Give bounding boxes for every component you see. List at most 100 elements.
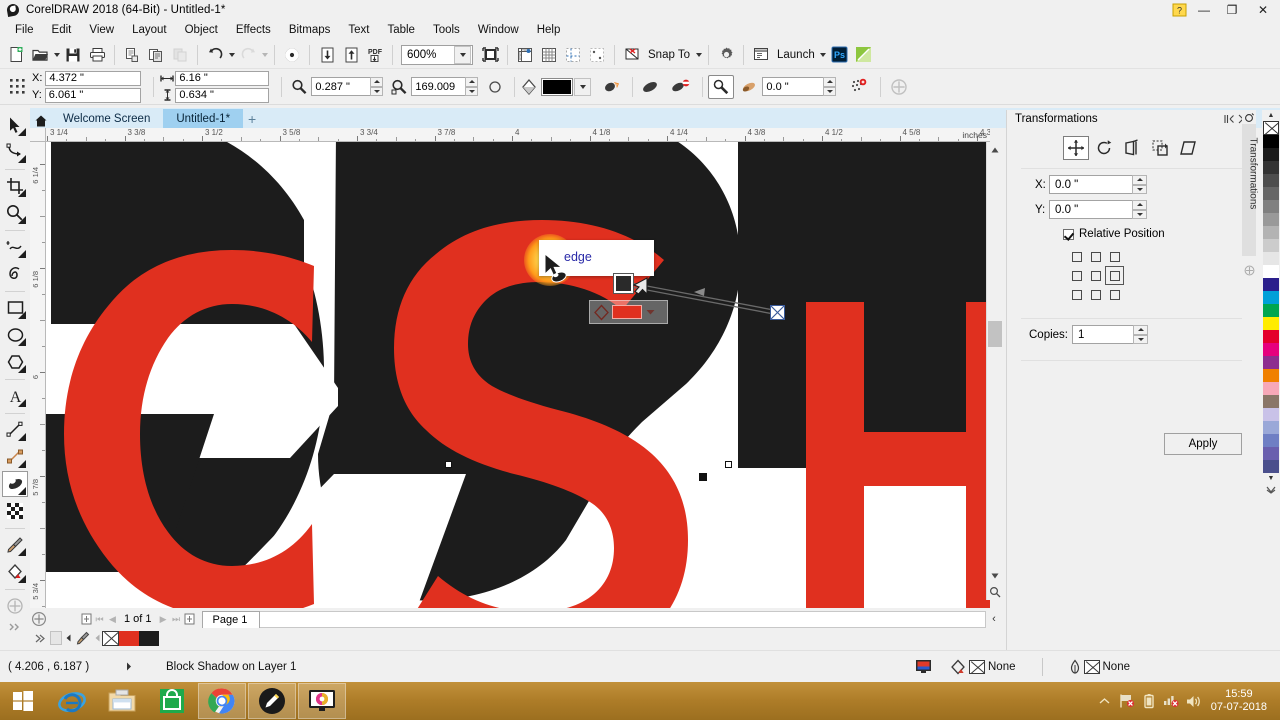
- docker-y-input[interactable]: 0.0 ": [1049, 200, 1133, 219]
- anchor-top-right[interactable]: [1105, 247, 1124, 266]
- menu-edit[interactable]: Edit: [43, 22, 81, 38]
- palette-swatch[interactable]: [1263, 330, 1279, 343]
- launch-label[interactable]: Launch: [773, 44, 819, 66]
- page-tab-page-1[interactable]: Page 1: [201, 610, 261, 628]
- doc-palette-swatch-black[interactable]: [139, 630, 159, 646]
- color-popup-dropdown[interactable]: [646, 309, 655, 316]
- doc-palette-eyedropper-icon[interactable]: [74, 631, 92, 645]
- menu-view[interactable]: View: [80, 22, 123, 38]
- property-x-input[interactable]: 4.372 ": [45, 70, 142, 86]
- zoom-to-fit-icon[interactable]: [987, 584, 1003, 600]
- google-chrome-icon[interactable]: [198, 683, 246, 719]
- palette-swatch[interactable]: [1263, 460, 1279, 473]
- relative-position-checkbox[interactable]: [1063, 228, 1074, 240]
- rounded-corners-icon[interactable]: [488, 80, 502, 94]
- menu-text[interactable]: Text: [339, 22, 378, 38]
- freehand-tool[interactable]: [2, 234, 28, 260]
- show-grid-icon[interactable]: [537, 43, 561, 67]
- simplify-icon[interactable]: [640, 79, 660, 95]
- show-rulers-icon[interactable]: [513, 43, 537, 67]
- ellipse-tool[interactable]: [2, 322, 28, 348]
- doc-palette-swatch-red[interactable]: [119, 630, 139, 646]
- copy-icon[interactable]: [144, 43, 168, 67]
- close-button[interactable]: ✕: [1246, 0, 1280, 20]
- status-expand-icon[interactable]: [120, 662, 138, 671]
- minimize-button[interactable]: —: [1190, 0, 1218, 20]
- palette-swatch[interactable]: [1263, 304, 1279, 317]
- skew-mode-button[interactable]: [1175, 136, 1201, 160]
- menu-layout[interactable]: Layout: [123, 22, 176, 38]
- polygon-tool[interactable]: [2, 349, 28, 375]
- page-prev-button[interactable]: ◀: [106, 611, 119, 627]
- palette-swatch[interactable]: [1263, 148, 1279, 161]
- block-shadow-depth-handle[interactable]: [613, 273, 634, 294]
- pick-tool[interactable]: [2, 112, 28, 138]
- property-y-input[interactable]: 6.061 ": [44, 87, 141, 103]
- doc-palette-no-color[interactable]: [102, 630, 119, 646]
- size-mode-button[interactable]: [1147, 136, 1173, 160]
- action-center-icon[interactable]: [1116, 682, 1138, 720]
- show-hidden-icons-icon[interactable]: [1094, 682, 1116, 720]
- relative-position-row[interactable]: Relative Position: [1007, 219, 1256, 240]
- page-first-button[interactable]: ⏮: [93, 611, 106, 627]
- drawing-canvas[interactable]: edge: [46, 142, 990, 616]
- anchor-bottom-center[interactable]: [1086, 285, 1105, 304]
- vertical-scrollbar[interactable]: [986, 142, 1003, 600]
- help-icon[interactable]: ?: [1168, 0, 1190, 20]
- shadow-color-dropdown[interactable]: [574, 77, 592, 96]
- palette-swatch[interactable]: [1263, 343, 1279, 356]
- handle-right[interactable]: [725, 461, 732, 468]
- status-outline-icon[interactable]: [1069, 659, 1081, 675]
- undo-arrow-icon[interactable]: [203, 43, 227, 67]
- snap-to-icon[interactable]: [620, 43, 644, 67]
- handle-left[interactable]: [445, 461, 452, 468]
- palette-swatch[interactable]: [1263, 369, 1279, 382]
- shadow-color-fill-icon[interactable]: [520, 78, 538, 96]
- zoom-level-select[interactable]: 600%: [401, 44, 473, 65]
- palette-swatch[interactable]: [1263, 226, 1279, 239]
- rail-add-docker-icon[interactable]: [1244, 265, 1255, 276]
- taskbar-clock[interactable]: 15:59 07-07-2018: [1204, 688, 1274, 714]
- export-up-arrow-icon[interactable]: [339, 43, 363, 67]
- full-screen-preview-icon[interactable]: [478, 43, 502, 67]
- status-outline-none-swatch[interactable]: [1083, 659, 1100, 674]
- coreldraw-icon[interactable]: [248, 683, 296, 719]
- zoom-dropdown-caret[interactable]: [454, 45, 471, 64]
- interactive-fill-tool[interactable]: [2, 559, 28, 585]
- palette-swatch[interactable]: [1263, 187, 1279, 200]
- undo-dropdown-caret[interactable]: [227, 44, 236, 66]
- docker-x-input[interactable]: 0.0 ": [1049, 175, 1133, 194]
- palette-swatch[interactable]: [1263, 252, 1279, 265]
- anchor-bottom-right[interactable]: [1105, 285, 1124, 304]
- menu-object[interactable]: Object: [176, 22, 227, 38]
- anchor-middle-right[interactable]: [1105, 266, 1124, 285]
- vertical-scroll-thumb[interactable]: [988, 321, 1002, 347]
- scale-mirror-mode-button[interactable]: [1119, 136, 1145, 160]
- scroll-down-arrow[interactable]: [987, 568, 1003, 584]
- page-nav-collapse[interactable]: ‹: [986, 613, 1002, 625]
- toolbox-overflow-icon[interactable]: [2, 620, 28, 634]
- apply-button[interactable]: Apply: [1164, 433, 1242, 455]
- palette-swatch[interactable]: [1263, 135, 1279, 148]
- tab-untitled-1[interactable]: Untitled-1*: [163, 109, 244, 128]
- position-mode-button[interactable]: [1062, 136, 1089, 160]
- snap-to-label[interactable]: Snap To: [644, 44, 694, 66]
- pin-docker-icon[interactable]: [1222, 112, 1236, 126]
- block-shadow-depth-input[interactable]: 0.287 ": [311, 77, 372, 96]
- menu-effects[interactable]: Effects: [227, 22, 280, 38]
- anchor-middle-left[interactable]: [1067, 266, 1086, 285]
- block-shadow-color-popup[interactable]: [589, 300, 668, 324]
- copy-block-shadow-properties-icon[interactable]: [850, 78, 868, 96]
- block-shadow-direction-input[interactable]: 169.009: [411, 77, 467, 96]
- palette-swatch[interactable]: [1263, 239, 1279, 252]
- palette-swatch[interactable]: [1263, 265, 1279, 278]
- palette-more-colors[interactable]: [1262, 484, 1280, 495]
- microsoft-store-icon[interactable]: [148, 683, 196, 719]
- options-gear-icon[interactable]: [714, 43, 738, 67]
- launch-caret[interactable]: [819, 44, 828, 66]
- palette-swatch[interactable]: [1263, 213, 1279, 226]
- depth-spinner[interactable]: [370, 77, 384, 96]
- menu-table[interactable]: Table: [378, 22, 424, 38]
- popup-color-swatch[interactable]: [612, 305, 642, 319]
- show-guidelines-icon[interactable]: [561, 43, 585, 67]
